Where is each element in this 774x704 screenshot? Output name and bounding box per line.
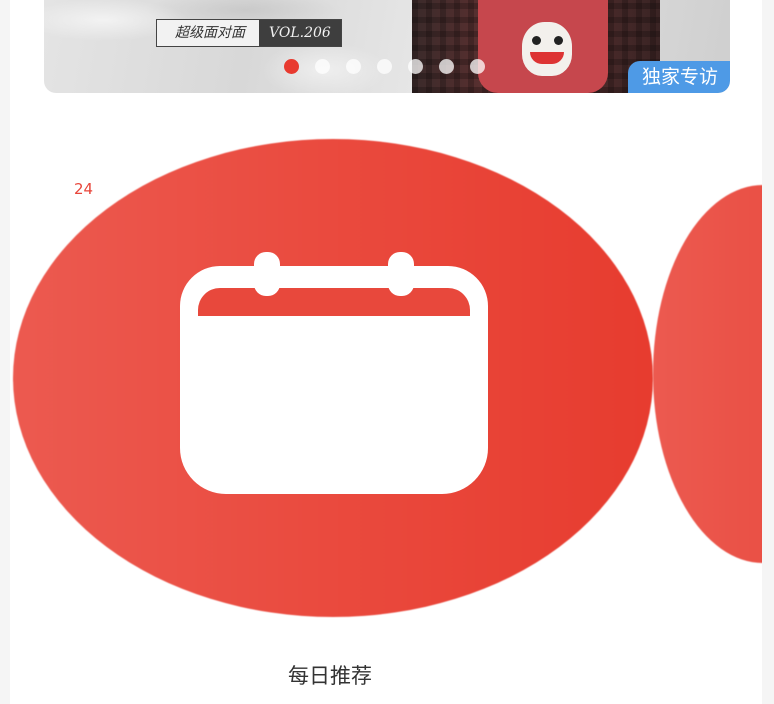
daily-recommend-label: 每日推荐 xyxy=(288,664,372,688)
calendar-icon xyxy=(180,248,488,496)
carousel-dot[interactable] xyxy=(408,59,423,74)
banner-carousel[interactable]: 超级面对面 VOL.206 独家专访 xyxy=(44,0,730,93)
carousel-dots xyxy=(284,59,485,74)
page: 超级面对面 VOL.206 独家专访 24 每日推荐 xyxy=(0,0,774,704)
banner-issue-label: 超级面对面 VOL.206 xyxy=(156,19,342,47)
next-category-button[interactable] xyxy=(653,185,762,563)
banner-issue-number: VOL.206 xyxy=(259,20,341,46)
item-counter: 24 xyxy=(74,180,94,198)
carousel-dot[interactable] xyxy=(315,59,330,74)
carousel-dot[interactable] xyxy=(346,59,361,74)
banner-series-title: 超级面对面 xyxy=(157,20,259,46)
carousel-dot[interactable] xyxy=(284,59,299,74)
carousel-dot[interactable] xyxy=(470,59,485,74)
banner-photo xyxy=(412,0,660,93)
carousel-dot[interactable] xyxy=(377,59,392,74)
mascot-graphic xyxy=(522,22,572,76)
carousel-dot[interactable] xyxy=(439,59,454,74)
banner-badge: 独家专访 xyxy=(627,61,730,93)
content-panel: 超级面对面 VOL.206 独家专访 24 每日推荐 xyxy=(10,0,762,704)
